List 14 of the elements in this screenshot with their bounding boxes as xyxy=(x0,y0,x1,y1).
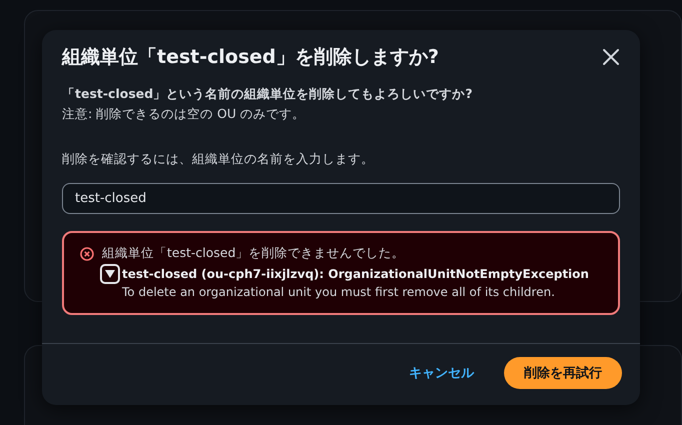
expand-toggle[interactable] xyxy=(100,264,120,284)
confirmation-question: 「test-closed」という名前の組織単位を削除してもよろしいですか? xyxy=(62,86,474,103)
note-text: 注意: 削除できるのは空の OU のみです。 xyxy=(62,106,306,123)
caret-down-icon xyxy=(105,270,115,278)
error-message: 組織単位「test-closed」を削除できませんでした。 xyxy=(102,245,405,262)
close-icon[interactable] xyxy=(602,48,620,66)
dialog-title: 組織単位「test-closed」を削除しますか? xyxy=(62,45,439,70)
field-label: 削除を確認するには、組織単位の名前を入力します。 xyxy=(62,151,375,168)
error-detail-text: To delete an organizational unit you must first remove all of its children. xyxy=(122,285,556,299)
error-icon xyxy=(80,246,94,260)
name-input-field[interactable]: test-closed xyxy=(62,183,620,214)
cancel-button[interactable]: キャンセル xyxy=(409,364,474,382)
error-detail-title: test-closed (ou-cph7-iixjlzvq): OrganizationalUnitNotEmptyException xyxy=(122,267,589,281)
retry-delete-button[interactable]: 削除を再試行 xyxy=(504,357,622,389)
